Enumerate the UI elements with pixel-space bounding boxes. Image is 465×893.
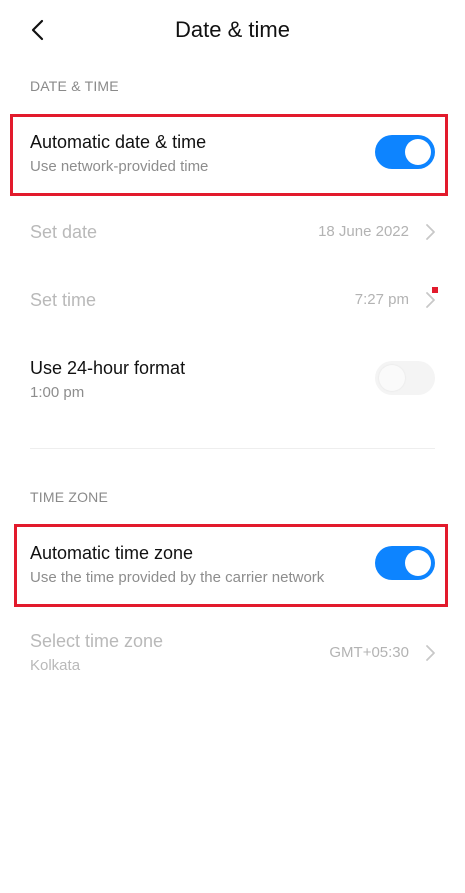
section-header-date-time: DATE & TIME	[30, 78, 119, 94]
toggle-knob	[405, 139, 431, 165]
toggle-knob	[405, 550, 431, 576]
select-time-zone-subtitle: Kolkata	[30, 657, 81, 674]
automatic-date-time-row[interactable]: Automatic date & time Use network-provid…	[0, 116, 465, 194]
select-time-zone-row[interactable]: Select time zone Kolkata GMT+05:30	[0, 617, 465, 689]
app-header: Date & time	[0, 0, 465, 62]
set-time-row[interactable]: Set time 7:27 pm	[0, 268, 465, 332]
automatic-time-zone-subtitle: Use the time provided by the carrier net…	[30, 569, 325, 586]
toggle-knob	[379, 365, 405, 391]
automatic-date-time-label: Automatic date & time	[30, 132, 207, 152]
chevron-right-icon	[426, 292, 435, 308]
automatic-time-zone-row[interactable]: Automatic time zone Use the time provide…	[0, 527, 465, 605]
section-divider	[30, 448, 435, 449]
automatic-date-time-toggle[interactable]	[375, 135, 435, 169]
automatic-time-zone-label: Automatic time zone	[30, 543, 194, 563]
set-time-label: Set time	[30, 290, 97, 310]
page-title: Date & time	[175, 17, 290, 42]
section-header-time-zone: TIME ZONE	[30, 489, 109, 505]
set-date-value: 18 June 2022	[318, 223, 409, 240]
set-date-label: Set date	[30, 222, 98, 242]
red-indicator-dot	[432, 287, 438, 293]
set-date-row[interactable]: Set date 18 June 2022	[0, 200, 465, 264]
select-time-zone-value: GMT+05:30	[329, 644, 409, 661]
select-time-zone-label: Select time zone	[30, 631, 164, 651]
automatic-date-time-subtitle: Use network-provided time	[30, 158, 209, 175]
use-24-hour-format-label: Use 24-hour format	[30, 358, 186, 378]
use-24-hour-format-toggle[interactable]	[375, 361, 435, 395]
automatic-time-zone-toggle[interactable]	[375, 546, 435, 580]
use-24-hour-format-subtitle: 1:00 pm	[30, 384, 85, 401]
chevron-right-icon	[426, 645, 435, 661]
use-24-hour-format-row[interactable]: Use 24-hour format 1:00 pm	[0, 344, 465, 416]
chevron-right-icon	[426, 224, 435, 240]
set-time-value: 7:27 pm	[354, 291, 409, 308]
date-time-settings-screen: Date & time DATE & TIME Automatic date &…	[0, 0, 465, 893]
